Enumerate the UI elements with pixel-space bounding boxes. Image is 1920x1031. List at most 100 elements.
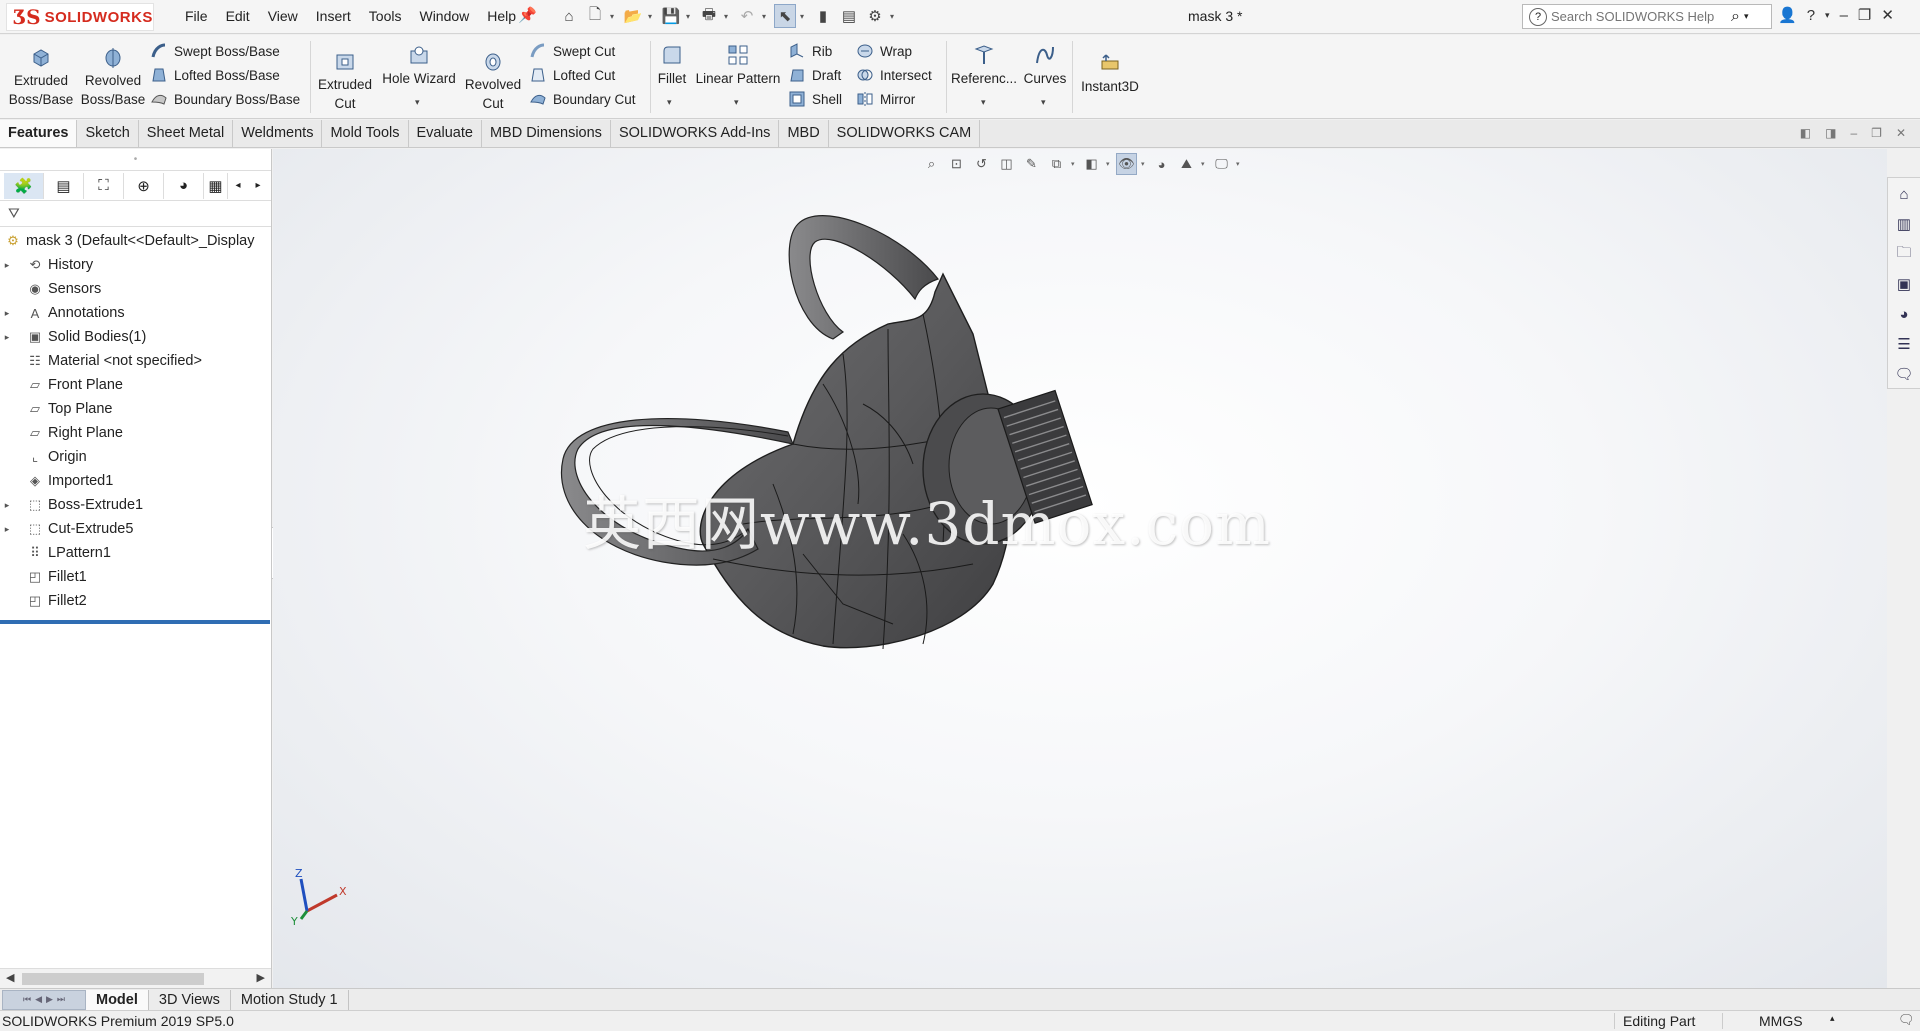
panel-grip-handle[interactable]: • (0, 149, 271, 171)
tree-item[interactable]: ◈ Imported1 (0, 469, 271, 493)
help-search-box[interactable]: ? ⌕ ▾ (1522, 4, 1772, 29)
tree-root-part[interactable]: ⚙ mask 3 (Default<<Default>_Display (0, 229, 271, 253)
lofted-boss-button[interactable]: Lofted Boss/Base (150, 64, 280, 86)
tab-solidworks-add-ins[interactable]: SOLIDWORKS Add-Ins (611, 120, 780, 147)
view-palette-icon[interactable]: ▣ (1892, 272, 1916, 296)
tree-item[interactable]: ⠿ LPattern1 (0, 541, 271, 565)
expand-arrow-icon[interactable]: ▸ (0, 260, 14, 271)
select-dropdown-arrow[interactable]: ▾ (800, 12, 808, 21)
menu-file[interactable]: File (176, 8, 217, 24)
wrap-button[interactable]: Wrap (856, 40, 912, 62)
new-document-icon[interactable]: 🗋 (584, 4, 606, 28)
tab-solidworks-cam[interactable]: SOLIDWORKS CAM (829, 120, 981, 147)
open-dropdown-arrow[interactable]: ▾ (648, 12, 656, 21)
view-orientation-icon[interactable]: ⧉ (1046, 153, 1067, 175)
display-style-icon[interactable]: ◧ (1081, 153, 1102, 175)
doc-minimize-icon[interactable]: – (1850, 126, 1857, 140)
expand-arrow-icon[interactable]: ▸ (0, 524, 14, 535)
previous-view-icon[interactable]: ↺ (971, 153, 992, 175)
rollback-bar[interactable] (0, 620, 270, 624)
tree-item[interactable]: ▸ ⬚ Boss-Extrude1 (0, 493, 271, 517)
fillet-dropdown-arrow[interactable]: ▾ (667, 97, 672, 108)
linear-pattern-dropdown-arrow[interactable]: ▾ (734, 97, 739, 108)
linear-pattern-button[interactable]: Linear Pattern (694, 43, 782, 88)
custom-properties-icon[interactable]: ☰ (1892, 332, 1916, 356)
home-icon[interactable]: ⌂ (558, 4, 580, 28)
tree-item[interactable]: ☷ Material <not specified> (0, 349, 271, 373)
rib-button[interactable]: Rib (788, 40, 832, 62)
select-cursor-icon[interactable]: ⬉ (774, 4, 796, 28)
intersect-button[interactable]: Intersect (856, 64, 932, 86)
swept-cut-button[interactable]: Swept Cut (529, 40, 615, 62)
view-settings-icon[interactable]: 🖵 (1211, 153, 1232, 175)
hole-wizard-dropdown-arrow[interactable]: ▾ (415, 97, 420, 108)
print-icon[interactable]: 🖶 (698, 4, 720, 28)
dynamic-annotation-icon[interactable]: ✎ (1021, 153, 1042, 175)
first-tab-icon[interactable]: ⏮ (23, 994, 31, 1005)
revolved-cut-button[interactable]: Revolved Cut (460, 49, 526, 113)
traffic-light-icon[interactable]: ▮ (812, 4, 834, 28)
tree-item[interactable]: ⌞ Origin (0, 445, 271, 469)
tab-evaluate[interactable]: Evaluate (409, 120, 482, 147)
save-dropdown-arrow[interactable]: ▾ (686, 12, 694, 21)
tab-model[interactable]: Model (86, 989, 149, 1010)
apply-scene-icon[interactable]: ⛰ (1176, 153, 1197, 175)
help-question-icon[interactable]: ? (1529, 7, 1547, 26)
tab-3d-views[interactable]: 3D Views (149, 989, 231, 1010)
unit-system-arrow[interactable]: ▴ (1830, 1013, 1835, 1024)
undo-icon[interactable]: ↶ (736, 4, 758, 28)
expand-arrow-icon[interactable]: ▸ (0, 308, 14, 319)
undo-dropdown-arrow[interactable]: ▾ (762, 12, 770, 21)
scroll-right-icon[interactable]: ▶ (257, 971, 265, 984)
apply-scene-dropdown-arrow[interactable]: ▾ (1201, 160, 1207, 168)
options-gear-icon[interactable]: ⚙ (864, 4, 886, 28)
tree-filter[interactable]: ⛛ (0, 201, 271, 227)
display-style-dropdown-arrow[interactable]: ▾ (1106, 160, 1112, 168)
menu-window[interactable]: Window (410, 8, 478, 24)
tree-item[interactable]: ▱ Right Plane (0, 421, 271, 445)
curves-button[interactable]: Curves (1020, 43, 1070, 88)
file-explorer-icon[interactable]: 🗀 (1892, 242, 1916, 266)
search-icon[interactable]: ⌕ (1731, 8, 1740, 26)
restore-icon[interactable]: ❐ (1858, 6, 1871, 24)
configuration-manager-tab-icon[interactable]: ⛶ (84, 172, 124, 199)
tabs-scroll-left-icon[interactable]: ◂ (228, 180, 248, 191)
tab-sheet-metal[interactable]: Sheet Metal (139, 120, 234, 147)
tab-mold-tools[interactable]: Mold Tools (322, 120, 409, 147)
hide-show-items-icon[interactable]: 👁 (1116, 153, 1137, 175)
help-dropdown-arrow[interactable]: ▾ (1825, 10, 1830, 21)
menu-edit[interactable]: Edit (217, 8, 259, 24)
quick-tips-icon[interactable]: 🗨 (1898, 1012, 1915, 1028)
section-view-icon[interactable]: ◫ (996, 153, 1017, 175)
tabs-scroll-right-icon[interactable]: ▸ (248, 180, 268, 191)
solidworks-resources-icon[interactable]: ⌂ (1892, 182, 1916, 206)
tree-item[interactable]: ◰ Fillet1 (0, 565, 271, 589)
open-icon[interactable]: 📂 (622, 4, 644, 28)
extruded-boss-button[interactable]: Extruded Boss/Base (8, 45, 74, 109)
design-library-icon[interactable]: ▥ (1892, 212, 1916, 236)
tree-item[interactable]: ◰ Fillet2 (0, 589, 271, 613)
user-account-icon[interactable]: 👤 (1778, 6, 1797, 24)
tab-weldments[interactable]: Weldments (233, 120, 323, 147)
boundary-cut-button[interactable]: Boundary Cut (529, 88, 636, 110)
tree-item[interactable]: ▱ Top Plane (0, 397, 271, 421)
extruded-cut-button[interactable]: Extruded Cut (312, 49, 378, 113)
lofted-cut-button[interactable]: Lofted Cut (529, 64, 615, 86)
fillet-button[interactable]: Fillet (652, 43, 692, 88)
expand-arrow-icon[interactable]: ▸ (0, 500, 14, 511)
tab-mbd[interactable]: MBD (779, 120, 829, 147)
expand-arrow-icon[interactable]: ▸ (0, 332, 14, 343)
panel-horizontal-scrollbar[interactable]: ◀ ▶ (0, 968, 271, 988)
graphics-area[interactable]: ⌕ ⊡ ↺ ◫ ✎ ⧉ ▾ ◧ ▾ 👁 ▾ ◕ ⛰ ▾ 🖵 ▾ 英西网www.3… (273, 149, 1887, 988)
revolved-boss-button[interactable]: Revolved Boss/Base (80, 45, 146, 109)
tree-item[interactable]: ▸ A Annotations (0, 301, 271, 325)
display-manager-tab-icon[interactable]: ◕ (164, 172, 204, 199)
reference-dropdown-arrow[interactable]: ▾ (981, 97, 986, 108)
tab-sketch[interactable]: Sketch (77, 120, 139, 147)
prev-tab-icon[interactable]: ◀ (35, 994, 42, 1005)
instant3d-button[interactable]: Instant3D (1074, 51, 1146, 96)
options-dropdown-arrow[interactable]: ▾ (890, 12, 898, 21)
save-icon[interactable]: 💾 (660, 4, 682, 28)
cam-manager-tab-icon[interactable]: ▦ (204, 172, 228, 199)
curves-dropdown-arrow[interactable]: ▾ (1041, 97, 1046, 108)
